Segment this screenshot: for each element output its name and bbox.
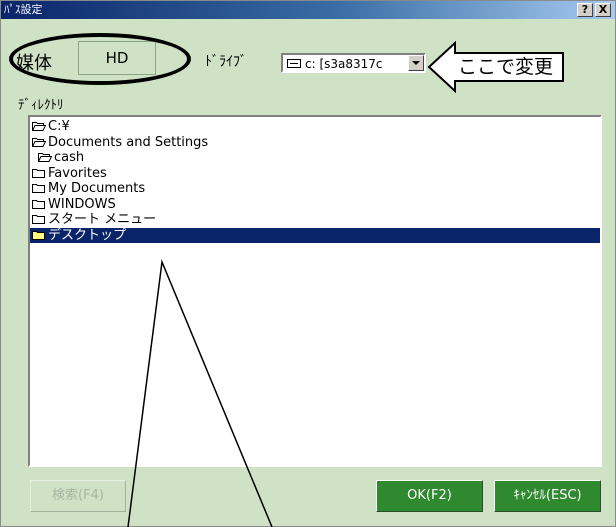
directory-item-label: C:¥ [48, 119, 70, 134]
close-button[interactable]: X [595, 3, 611, 17]
path-settings-dialog: ﾊﾟｽ設定 ? X 媒体 HD ﾄﾞﾗｲﾌﾞ c: [s3a8317c ここで変… [0, 0, 616, 527]
help-button[interactable]: ? [577, 3, 593, 17]
dropdown-arrow-icon[interactable] [408, 55, 424, 71]
directory-item-label: My Documents [48, 181, 146, 196]
title-bar[interactable]: ﾊﾟｽ設定 ? X [1, 1, 615, 19]
ok-button[interactable]: OK(F2) [376, 480, 483, 512]
open-folder-icon [32, 137, 46, 147]
window-title: ﾊﾟｽ設定 [4, 3, 43, 16]
directory-list[interactable]: C:¥ Documents and Settings cash Favorites My… [28, 115, 602, 467]
directory-item-label: スタート メニュー [48, 212, 157, 227]
open-folder-icon [38, 153, 52, 162]
directory-item[interactable]: デスクトップ [30, 227, 600, 243]
folder-icon [32, 230, 45, 240]
drive-label: ﾄﾞﾗｲﾌﾞ [205, 54, 247, 70]
folder-icon [32, 215, 45, 224]
directory-label: ﾃﾞｨﾚｸﾄﾘ [18, 98, 64, 113]
folder-icon [32, 199, 45, 209]
folder-icon [32, 168, 45, 178]
drive-icon [287, 59, 301, 68]
open-folder-icon [32, 122, 46, 131]
directory-item-label: WINDOWS [48, 196, 116, 212]
directory-item-label: cash [54, 150, 85, 165]
directory-item-label: デスクトップ [48, 227, 127, 243]
callout-text: ここで変更 [458, 56, 554, 78]
folder-icon [32, 184, 45, 193]
highlight-ellipse [9, 33, 191, 85]
drive-selected-value: c: [s3a8317c [305, 57, 383, 71]
cancel-button[interactable]: ｷｬﾝｾﾙ(ESC) [494, 480, 601, 512]
directory-item-label: Documents and Settings [48, 134, 209, 150]
drive-select[interactable]: c: [s3a8317c [281, 53, 426, 73]
directory-item-label: Favorites [48, 165, 107, 181]
search-button[interactable]: 検索(F4) [30, 480, 126, 512]
